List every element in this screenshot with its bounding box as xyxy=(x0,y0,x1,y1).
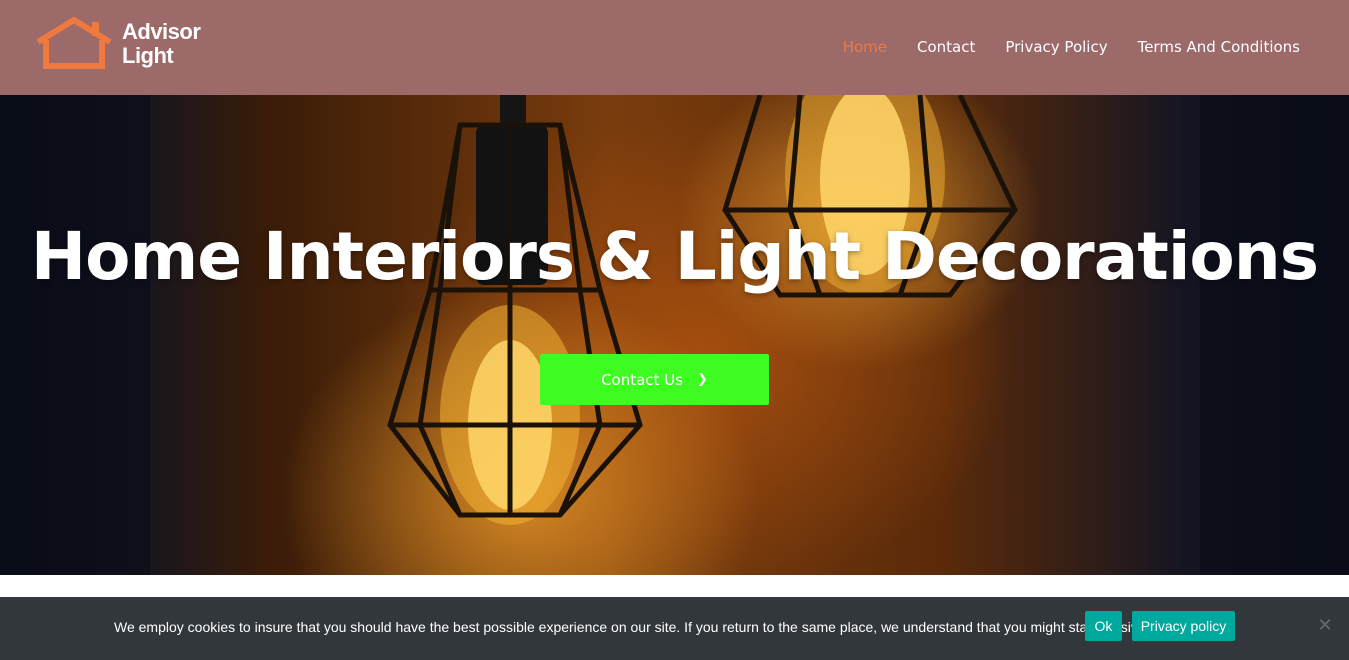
cookie-privacy-policy-button[interactable]: Privacy policy xyxy=(1132,611,1235,641)
chevron-right-icon: ❯ xyxy=(697,372,708,387)
main-nav: Home Contact Privacy Policy Terms And Co… xyxy=(843,37,1300,57)
site-header: Advisor Light Home Contact Privacy Polic… xyxy=(0,0,1349,95)
logo-line-1: Advisor xyxy=(122,19,201,44)
nav-terms[interactable]: Terms And Conditions xyxy=(1138,37,1300,57)
logo-line-2: Light xyxy=(122,43,174,68)
site-logo[interactable]: Advisor Light xyxy=(34,16,201,74)
contact-us-button[interactable]: Contact Us ❯ xyxy=(540,354,769,405)
hero-background-image xyxy=(0,95,1349,575)
hero-title: Home Interiors & Light Decorations xyxy=(30,218,1319,295)
logo-text: Advisor Light xyxy=(122,19,201,68)
cookie-notice-text: We employ cookies to insure that you sho… xyxy=(114,619,1150,635)
house-icon xyxy=(36,16,112,69)
contact-us-label: Contact Us xyxy=(601,370,683,389)
nav-privacy-policy[interactable]: Privacy Policy xyxy=(1005,37,1107,57)
nav-home[interactable]: Home xyxy=(843,37,887,57)
hero-banner: Home Interiors & Light Decorations Conta… xyxy=(0,95,1349,575)
cookie-ok-button[interactable]: Ok xyxy=(1085,611,1122,641)
close-icon[interactable]: ✕ xyxy=(1316,617,1334,635)
nav-contact[interactable]: Contact xyxy=(917,37,975,57)
cookie-notice: We employ cookies to insure that you sho… xyxy=(0,597,1349,660)
